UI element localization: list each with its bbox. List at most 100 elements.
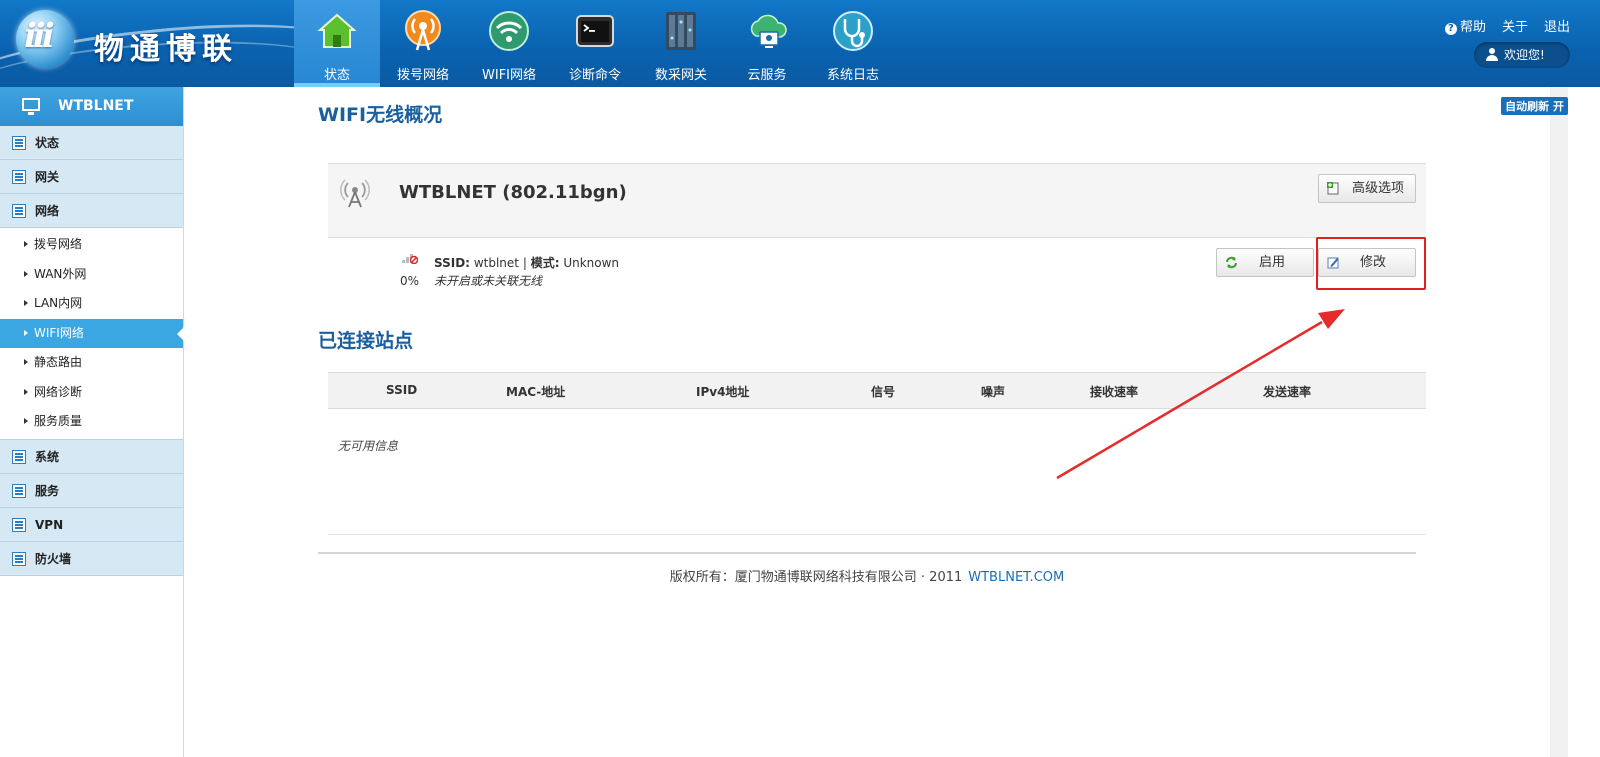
- footer: 版权所有：厦门物通博联网络科技有限公司 · 2011 WTBLNET.COM: [318, 566, 1416, 585]
- col-ipv4: IPv4地址: [696, 385, 750, 399]
- sidebar: WTBLNET 状态 网关 网络 拨号网络 WAN外网 LAN内网 WIFI网络…: [0, 87, 184, 757]
- sidebar-section-label: 网络: [35, 204, 60, 218]
- nav-label: 系统日志: [826, 68, 879, 83]
- ssid-separator: |: [522, 256, 527, 270]
- sidebar-item-dialup[interactable]: 拨号网络: [0, 230, 183, 260]
- footer-link[interactable]: WTBLNET.COM: [968, 570, 1064, 585]
- footer-divider: [318, 552, 1416, 554]
- sidebar-item-qos[interactable]: 服务质量: [0, 407, 183, 437]
- mode-label: 模式:: [530, 256, 560, 270]
- stations-empty-text: 无可用信息: [338, 439, 399, 453]
- help-link[interactable]: ? 帮助: [1444, 16, 1486, 35]
- user-icon: [1486, 48, 1498, 62]
- nav-label: 拨号网络: [396, 68, 449, 83]
- enable-label: 启用: [1258, 255, 1285, 270]
- list-icon: [12, 136, 26, 150]
- ssid-mode-line: SSID: wtblnet | 模式: Unknown: [434, 254, 619, 271]
- annotation-highlight-box: [1316, 237, 1426, 290]
- nav-wifi[interactable]: WIFI网络: [466, 0, 552, 87]
- enable-button[interactable]: 启用: [1216, 248, 1314, 277]
- welcome-text: 欢迎您!: [1504, 48, 1545, 62]
- nav-syslog[interactable]: 系统日志: [810, 0, 896, 87]
- sidebar-title: WTBLNET: [0, 87, 183, 126]
- sidebar-section-label: 服务: [35, 483, 60, 498]
- sidebar-section-services[interactable]: 服务: [0, 473, 183, 508]
- sidebar-item-diagnostics[interactable]: 网络诊断: [0, 378, 183, 408]
- list-icon: [12, 483, 26, 498]
- brand-logo: iii: [16, 10, 74, 68]
- stations-table-bottom: [328, 534, 1426, 535]
- welcome-badge: 欢迎您!: [1474, 42, 1570, 68]
- antenna-icon: [340, 179, 370, 208]
- signal-percent: 0%: [400, 274, 420, 288]
- wifi-device-name: WTBLNET (802.11bgn): [399, 182, 627, 203]
- auto-refresh-toggle[interactable]: 自动刷新 开: [1501, 97, 1568, 115]
- list-icon: [12, 449, 26, 464]
- wifi-status-text: 未开启或未关联无线: [434, 274, 543, 288]
- logout-link[interactable]: 退出: [1544, 16, 1570, 35]
- nav-label: 云服务: [747, 68, 787, 83]
- advanced-options-button[interactable]: 高级选项: [1318, 174, 1416, 203]
- sidebar-section-label: VPN: [35, 517, 64, 532]
- sidebar-section-network[interactable]: 网络: [0, 194, 183, 228]
- col-mac: MAC-地址: [506, 385, 566, 399]
- sidebar-item-lan[interactable]: LAN内网: [0, 289, 183, 319]
- sidebar-section-firewall[interactable]: 防火墙: [0, 541, 183, 576]
- sidebar-section-system[interactable]: 系统: [0, 439, 183, 474]
- page-gutter: [1568, 87, 1600, 757]
- sidebar-section-label: 状态: [35, 136, 60, 150]
- nav-label: 数采网关: [654, 68, 707, 83]
- top-links: ? 帮助 关于 退出: [1444, 16, 1570, 35]
- broadcast-icon: [405, 10, 441, 51]
- sidebar-section-label: 系统: [35, 449, 60, 464]
- wifi-overview-title: WIFI无线概况: [318, 104, 443, 126]
- gateway-icon: [666, 12, 696, 50]
- footer-copyright: 版权所有：厦门物通博联网络科技有限公司 · 2011: [669, 570, 963, 585]
- sidebar-network-submenu: 拨号网络 WAN外网 LAN内网 WIFI网络 静态路由 网络诊断 服务质量: [0, 228, 184, 440]
- list-icon: [12, 551, 26, 566]
- nav-dialup[interactable]: 拨号网络: [380, 0, 466, 87]
- sidebar-item-wifi[interactable]: WIFI网络: [0, 318, 184, 348]
- sidebar-item-static-route[interactable]: 静态路由: [0, 348, 183, 378]
- list-icon: [12, 170, 26, 184]
- signal-disabled-icon: [402, 254, 418, 264]
- nav-gateway[interactable]: 数采网关: [638, 0, 724, 87]
- nav-label: 状态: [323, 68, 350, 83]
- col-noise: 噪声: [981, 385, 1006, 399]
- sidebar-section-status[interactable]: 状态: [0, 126, 183, 160]
- top-header: iii 物通博联 状态 拨号网络 WIFI网络 诊断命令 数采网关 云服务 系统…: [0, 0, 1600, 87]
- refresh-icon: [1226, 256, 1237, 269]
- col-tx-rate: 发送速率: [1263, 385, 1312, 399]
- nav-label: WIFI网络: [482, 68, 536, 83]
- list-icon: [12, 204, 26, 218]
- about-link[interactable]: 关于: [1502, 16, 1528, 35]
- sidebar-section-gateway[interactable]: 网关: [0, 160, 183, 194]
- help-label: 帮助: [1459, 20, 1486, 35]
- mode-value: Unknown: [563, 256, 620, 270]
- stations-table-header: SSID MAC-地址 IPv4地址 信号 噪声 接收速率 发送速率: [328, 372, 1426, 409]
- nav-cloud[interactable]: 云服务: [724, 0, 810, 87]
- sidebar-item-wan[interactable]: WAN外网: [0, 260, 183, 290]
- ssid-value: wtblnet: [473, 256, 519, 270]
- connected-stations-title: 已连接站点: [318, 330, 414, 352]
- help-icon: ?: [1444, 23, 1457, 35]
- brand-logo-mark: iii: [24, 16, 55, 56]
- wifi-device-header: WTBLNET (802.11bgn): [328, 163, 1426, 238]
- sidebar-section-label: 防火墙: [35, 551, 72, 566]
- cloud-icon: [750, 14, 787, 48]
- ssid-label: SSID:: [434, 256, 470, 270]
- sidebar-section-vpn[interactable]: VPN: [0, 507, 183, 542]
- col-rx-rate: 接收速率: [1090, 385, 1139, 399]
- nav-label: 诊断命令: [568, 68, 621, 83]
- list-icon: [12, 517, 26, 532]
- vertical-scrollbar[interactable]: [1550, 87, 1568, 757]
- sidebar-section-label: 网关: [35, 170, 60, 184]
- stethoscope-icon: [833, 11, 873, 51]
- advanced-options-label: 高级选项: [1351, 181, 1404, 196]
- nav-diagnose[interactable]: 诊断命令: [552, 0, 638, 87]
- nav-status[interactable]: 状态: [294, 0, 380, 87]
- top-nav: 状态 拨号网络 WIFI网络 诊断命令 数采网关 云服务 系统日志: [294, 0, 896, 87]
- house-icon: [317, 13, 357, 48]
- wifi-icon: [489, 11, 529, 51]
- sidebar-title-text: WTBLNET: [58, 98, 134, 114]
